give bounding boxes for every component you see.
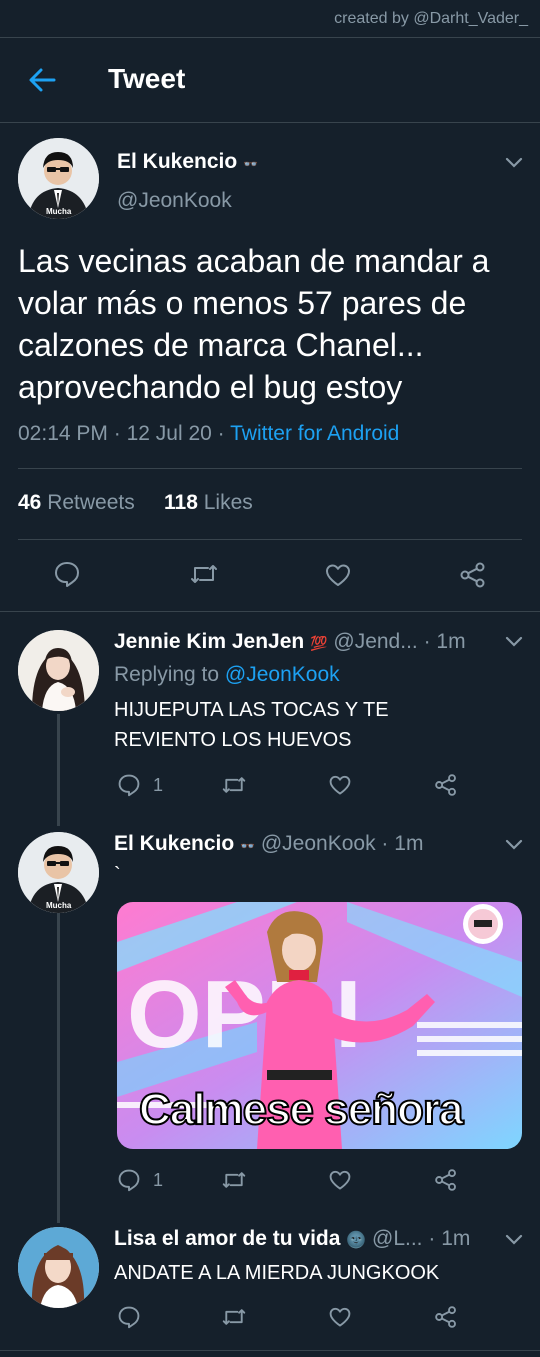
thread-line	[57, 913, 60, 1223]
retweet-icon[interactable]	[220, 1305, 248, 1329]
likes-stat[interactable]: 118 Likes	[164, 491, 253, 515]
share-icon[interactable]	[434, 773, 458, 797]
watermark: created by @Darht_Vader_	[334, 10, 528, 27]
author-row: El Kukencio 👓	[117, 150, 258, 174]
hundred-points-emoji-icon: 💯	[310, 635, 328, 651]
retweets-count: 46	[18, 491, 42, 514]
share-icon[interactable]	[434, 1305, 458, 1329]
retweet-icon[interactable]	[220, 773, 248, 797]
page-title: Tweet	[108, 63, 186, 94]
reply-text: `	[114, 864, 121, 886]
reply-author-name[interactable]: El Kukencio	[114, 832, 234, 855]
chevron-down-icon[interactable]	[504, 1232, 524, 1246]
chevron-down-icon[interactable]	[504, 634, 524, 648]
replying-to-link[interactable]: @JeonKook	[225, 663, 340, 686]
thread-line	[57, 714, 60, 826]
reply-icon[interactable]	[117, 1305, 141, 1329]
share-icon[interactable]	[434, 1168, 458, 1192]
tweet-meta: 02:14 PM · 12 Jul 20 · Twitter for Andro…	[18, 422, 399, 446]
like-heart-icon[interactable]	[324, 561, 352, 589]
avatar[interactable]	[18, 630, 99, 711]
reply-icon[interactable]	[117, 773, 141, 797]
reply-time: 1m	[436, 630, 466, 653]
likes-count: 118	[164, 491, 198, 514]
replying-to-label: Replying to	[114, 663, 220, 686]
retweets-label: Retweets	[47, 491, 135, 514]
reply-header: Jennie Kim JenJen 💯 @Jend... · 1m	[114, 630, 466, 654]
meta-sep: ·	[423, 630, 431, 653]
sunglasses-emoji-icon: 👓	[243, 157, 258, 171]
like-heart-icon[interactable]	[328, 1305, 352, 1329]
tweet-date: 12 Jul 20	[126, 422, 212, 445]
tweet-time: 02:14 PM	[18, 422, 108, 445]
reply-author-name[interactable]: Jennie Kim JenJen	[114, 630, 304, 653]
reply-icon[interactable]	[53, 560, 81, 588]
divider	[18, 468, 522, 469]
reply-author-name[interactable]: Lisa el amor de tu vida	[114, 1227, 340, 1250]
reply-author-handle[interactable]: @JeonKook	[261, 832, 376, 855]
reply-text: ANDATE A LA MIERDA JUNGKOOK	[114, 1262, 440, 1284]
avatar[interactable]: Mucha	[18, 832, 99, 913]
media-image[interactable]: OPDI Calmese señora	[117, 902, 522, 1149]
meta-sep: ·	[428, 1227, 436, 1250]
back-arrow-icon[interactable]	[26, 64, 58, 96]
likes-label: Likes	[203, 491, 253, 514]
like-heart-icon[interactable]	[328, 1168, 352, 1192]
divider	[0, 37, 540, 38]
retweet-icon[interactable]	[188, 560, 220, 588]
chevron-down-icon[interactable]	[504, 155, 524, 169]
tweet-source-link[interactable]: Twitter for Android	[230, 422, 399, 445]
new-moon-face-emoji-icon: 🌚	[346, 1232, 367, 1249]
divider	[0, 611, 540, 612]
reply-count: 1	[153, 775, 164, 795]
reply-author-handle[interactable]: @L...	[372, 1227, 423, 1250]
reply-header: Lisa el amor de tu vida 🌚 @L... · 1m	[114, 1227, 470, 1251]
reply-time: 1m	[441, 1227, 471, 1250]
avatar[interactable]	[18, 1227, 99, 1308]
reply-time: 1m	[394, 832, 424, 855]
replying-to: Replying to @JeonKook	[114, 663, 340, 687]
meta-sep: ·	[217, 422, 225, 445]
retweets-stat[interactable]: 46 Retweets	[18, 491, 135, 515]
sunglasses-emoji-icon: 👓	[240, 839, 255, 853]
avatar-caption: Mucha	[46, 901, 72, 910]
author-name[interactable]: El Kukencio	[117, 150, 237, 173]
reply-icon[interactable]	[117, 1168, 141, 1192]
author-handle[interactable]: @JeonKook	[117, 189, 232, 213]
like-heart-icon[interactable]	[328, 773, 352, 797]
reply-text: HIJUEPUTA LAS TOCAS Y TE REVIENTO LOS HU…	[114, 699, 389, 751]
divider	[0, 1350, 540, 1351]
header-divider	[0, 122, 540, 123]
avatar[interactable]: Mucha	[18, 138, 99, 219]
chevron-down-icon[interactable]	[504, 837, 524, 851]
media-caption: Calmese señora	[138, 1084, 465, 1135]
tweet-text: Las vecinas acaban de mandar a volar más…	[18, 243, 490, 405]
reply-count: 1	[153, 1170, 164, 1190]
meta-sep: ·	[381, 832, 389, 855]
divider	[18, 539, 522, 540]
retweet-icon[interactable]	[220, 1168, 248, 1192]
avatar-caption: Mucha	[46, 207, 72, 216]
reply-header: El Kukencio 👓 @JeonKook · 1m	[114, 832, 423, 856]
meta-sep: ·	[113, 422, 121, 445]
share-icon[interactable]	[459, 561, 487, 589]
reply-author-handle[interactable]: @Jend...	[333, 630, 417, 653]
